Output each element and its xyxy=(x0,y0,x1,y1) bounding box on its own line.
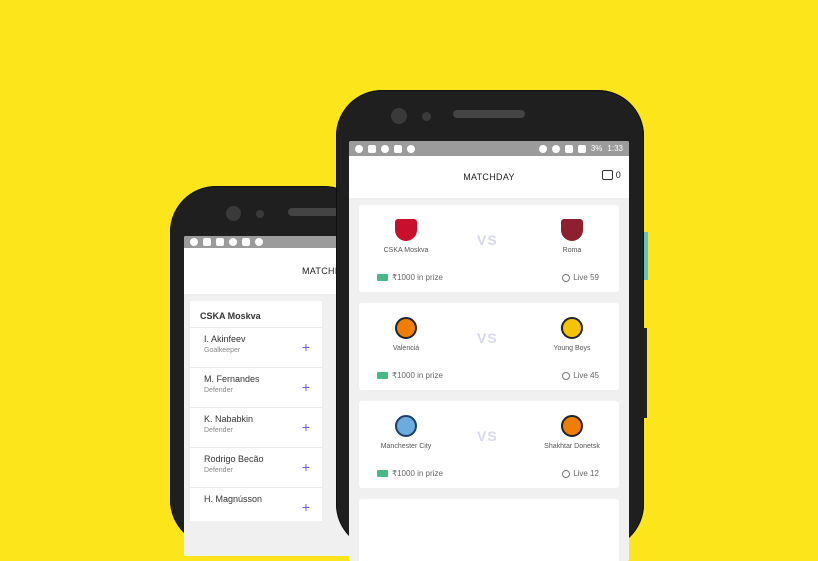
team-crest-icon xyxy=(561,317,583,339)
prize-info: ₹1000 in prize xyxy=(377,469,443,478)
message-icon xyxy=(203,238,211,246)
team-name: Manchester City xyxy=(380,443,432,450)
team-crest-icon xyxy=(395,219,417,241)
away-team: Young Boys xyxy=(527,317,617,352)
game-icon xyxy=(229,238,237,246)
home-team: CSKA Moskva xyxy=(361,219,451,254)
away-team: Shakhtar Donetsk xyxy=(527,415,617,450)
page-title: MATCHDAY xyxy=(463,172,515,182)
whatsapp-icon xyxy=(355,144,363,153)
clock-icon xyxy=(562,469,571,478)
image-icon xyxy=(216,238,224,246)
team-name: CSKA Moskva xyxy=(383,247,429,254)
live-status: Live 45 xyxy=(562,371,599,380)
match-card[interactable]: Manchester City VS Shakhtar Donetsk ₹100… xyxy=(359,401,619,488)
live-status: Live 12 xyxy=(562,469,599,478)
match-card[interactable]: CSKA Moskva VS Roma ₹1000 in prize Live … xyxy=(359,205,619,292)
status-bar: 3% 1:33 xyxy=(349,141,629,156)
front-phone: 3% 1:33 MATCHDAY 0 CSKA Moskva VS Roma ₹… xyxy=(336,90,648,561)
front-camera xyxy=(226,206,241,221)
minus-icon xyxy=(538,144,547,153)
cash-icon xyxy=(377,372,388,379)
wallet-icon xyxy=(601,170,613,180)
clock-icon xyxy=(562,371,571,380)
add-player-button[interactable]: + xyxy=(302,419,310,435)
club-name: CSKA Moskva xyxy=(200,311,261,321)
prize-text: ₹1000 in prize xyxy=(392,371,443,380)
app-bar: MATCHDAY 0 xyxy=(349,156,629,198)
wifi-icon xyxy=(564,144,573,153)
alarm-icon xyxy=(551,144,560,153)
live-text: Live 45 xyxy=(573,371,599,380)
signal-icon xyxy=(577,144,586,153)
whatsapp-icon xyxy=(190,238,198,246)
volume-accent xyxy=(644,232,648,280)
player-row[interactable]: H. Magnússon + xyxy=(190,487,322,527)
prize-text: ₹1000 in prize xyxy=(392,273,443,282)
sensor xyxy=(422,112,431,121)
player-position: Defender xyxy=(204,427,233,434)
team-name: Shakhtar Donetsk xyxy=(544,443,600,450)
sensor xyxy=(256,210,264,218)
team-crest-icon xyxy=(395,415,417,437)
team-crest-icon xyxy=(395,317,417,339)
team-name: Roma xyxy=(562,247,582,254)
game-icon xyxy=(381,144,389,153)
player-name: K. Nababkin xyxy=(204,414,254,424)
side-button xyxy=(643,328,647,418)
prize-info: ₹1000 in prize xyxy=(377,273,443,282)
add-player-button[interactable]: + xyxy=(302,379,310,395)
player-row[interactable]: M. Fernandes Defender + xyxy=(190,367,322,407)
clock-icon xyxy=(562,273,571,282)
front-camera xyxy=(391,108,407,124)
clock-time: 1:33 xyxy=(607,144,623,153)
team-name: Valenciá xyxy=(392,345,420,352)
player-row[interactable]: Rodrigo Becão Defender + xyxy=(190,447,322,487)
speaker-grille xyxy=(453,110,525,118)
home-team: Manchester City xyxy=(361,415,451,450)
vs-label: VS xyxy=(477,428,498,444)
wallet-button[interactable]: 0 xyxy=(601,170,621,180)
player-row[interactable]: I. Akinfeev Goalkeeper + xyxy=(190,327,322,367)
front-phone-screen: 3% 1:33 MATCHDAY 0 CSKA Moskva VS Roma ₹… xyxy=(349,141,629,561)
prize-text: ₹1000 in prize xyxy=(392,469,443,478)
player-position: Defender xyxy=(204,387,233,394)
battery-level: 3% xyxy=(590,144,603,153)
live-text: Live 12 xyxy=(573,469,599,478)
team-name: Young Boys xyxy=(553,345,591,352)
match-card[interactable] xyxy=(359,499,619,561)
play-icon xyxy=(242,238,250,246)
cash-icon xyxy=(377,470,388,477)
player-position: Goalkeeper xyxy=(204,347,241,354)
player-name: I. Akinfeev xyxy=(204,334,246,344)
cash-icon xyxy=(377,274,388,281)
player-row[interactable]: K. Nababkin Defender + xyxy=(190,407,322,447)
vs-label: VS xyxy=(477,330,498,346)
circle-icon xyxy=(407,144,415,153)
wallet-count: 0 xyxy=(615,170,621,180)
add-player-button[interactable]: + xyxy=(302,459,310,475)
team-crest-icon xyxy=(561,219,583,241)
prize-info: ₹1000 in prize xyxy=(377,371,443,380)
add-player-button[interactable]: + xyxy=(302,339,310,355)
away-team: Roma xyxy=(527,219,617,254)
match-card[interactable]: Valenciá VS Young Boys ₹1000 in prize Li… xyxy=(359,303,619,390)
home-team: Valenciá xyxy=(361,317,451,352)
add-player-button[interactable]: + xyxy=(302,499,310,515)
play-icon xyxy=(394,144,402,153)
player-position: Defender xyxy=(204,467,233,474)
team-crest-icon xyxy=(561,415,583,437)
message-icon xyxy=(368,144,376,153)
player-name: Rodrigo Becão xyxy=(204,454,264,464)
player-name: M. Fernandes xyxy=(204,374,260,384)
player-name: H. Magnússon xyxy=(204,494,263,504)
circle-icon xyxy=(255,238,263,246)
vs-label: VS xyxy=(477,232,498,248)
live-text: Live 59 xyxy=(573,273,599,282)
live-status: Live 59 xyxy=(562,273,599,282)
player-list: CSKA Moskva I. Akinfeev Goalkeeper + M. … xyxy=(190,301,322,521)
